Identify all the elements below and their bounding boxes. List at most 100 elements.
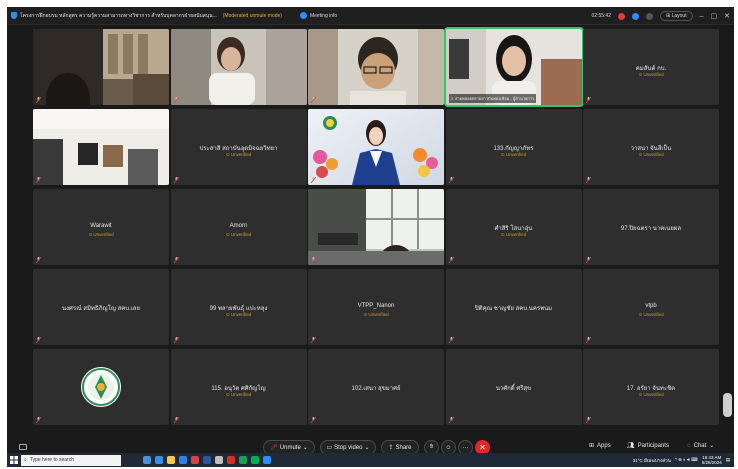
line-icon[interactable]: [251, 456, 259, 464]
meeting-info-button[interactable]: Meeting info: [299, 12, 338, 19]
captions-icon[interactable]: [19, 444, 27, 450]
participant-tile[interactable]: นงศรณ์ สมิทธิภิญโญ สคบ.เลย: [33, 269, 169, 345]
participant-tile[interactable]: นวศักดิ์ ศรีสุข: [445, 349, 582, 425]
windows-start-icon[interactable]: [7, 453, 21, 467]
unverified-badge: ⊙ Unverified: [500, 152, 527, 157]
app-icon[interactable]: [239, 456, 247, 464]
participant-tile[interactable]: 102.เสนา สุขมาศย์: [308, 349, 444, 425]
participant-tile[interactable]: 115. อนุวัต ศศิกัญโญ ⊙ Unverified: [170, 349, 307, 425]
windows-taskbar: ⌕ Type here to search 31°C มีเมฆบางส่วน …: [7, 453, 734, 467]
meeting-timer: 02:55:42: [591, 13, 611, 19]
shield-status-icon[interactable]: [631, 12, 639, 20]
edge-icon[interactable]: [155, 456, 163, 464]
participant-tile[interactable]: Warawit ⊙ Unverified: [33, 189, 169, 265]
participant-name: ปิติคุณ ชาญชัย สคบ.นครพนม: [474, 306, 553, 312]
participant-tile[interactable]: 97.ปิยฉตรา นาคเนยผล: [583, 189, 719, 265]
chat-button[interactable]: ◌ Chat ⌄: [687, 442, 714, 450]
unmute-label: Unmute: [279, 444, 301, 451]
participant-tile[interactable]: 3. สายพลอยทรายยาวบันทองเช้อม - ผู้อำนวยก…: [443, 27, 584, 107]
participant-tile[interactable]: ประสาสิ สถาบันอุดมิจฉยวิทยา ⊙ Unverified: [170, 109, 307, 185]
meeting-info-label: Meeting info: [309, 12, 338, 19]
chevron-down-icon: ⌄: [364, 445, 370, 451]
webex-meeting-window: โครงการฝึกอบรม หลักสูตร ความรู้ความสามาร…: [7, 7, 734, 462]
camera-icon: ▭: [326, 445, 333, 451]
chrome-icon[interactable]: [227, 456, 235, 464]
app-icon[interactable]: [191, 456, 199, 464]
participant-tile[interactable]: [308, 189, 444, 265]
participant-tile[interactable]: 99 พลายพันธุ์ แปะหลุง ⊙ Unverified: [170, 269, 307, 345]
participant-tile[interactable]: Amorn ⊙ Unverified: [170, 189, 307, 265]
more-icon: ···: [462, 444, 469, 451]
taskbar-apps: [143, 456, 271, 464]
participant-tile[interactable]: [170, 29, 307, 105]
participant-name: vtpb: [645, 303, 657, 309]
mic-muted-icon: [36, 257, 41, 263]
hand-icon: ✋︎: [429, 444, 434, 450]
date-label: 5/26/2024: [701, 460, 722, 465]
mic-muted-icon: [173, 257, 179, 263]
participant-video: [170, 29, 307, 105]
weather-label[interactable]: 31°C มีเมฆบางส่วน: [633, 457, 671, 464]
notification-icon[interactable]: ▤: [726, 457, 730, 463]
participant-tile[interactable]: [33, 29, 169, 105]
participant-tile[interactable]: [33, 349, 169, 425]
participant-tile[interactable]: VTPP_Nanon ⊙ Unverified: [308, 269, 444, 345]
participant-name: 102.เสนา สุขมาศย์: [351, 386, 401, 392]
mic-muted-icon: [311, 337, 316, 343]
participants-icon: 👥︎: [627, 443, 635, 449]
participant-name: VTPP_Nanon: [357, 303, 395, 309]
file-explorer-icon[interactable]: [167, 456, 175, 464]
participant-name: Warawit: [90, 223, 112, 229]
taskbar-search-box[interactable]: ⌕ Type here to search: [21, 454, 121, 466]
close-icon[interactable]: ✕: [724, 12, 730, 20]
unverified-badge: ⊙ Unverified: [225, 152, 252, 157]
task-view-icon[interactable]: [143, 456, 151, 464]
recording-icon[interactable]: [617, 12, 625, 20]
settings-icon[interactable]: [645, 12, 653, 20]
participant-tile[interactable]: 17. อรัยา จันทะชิต ⊙ Unverified: [583, 349, 719, 425]
participant-video: [33, 29, 169, 105]
participant-name: 97.ปิยฉตรา นาคเนยผล: [620, 226, 682, 232]
mic-muted-icon: 🎤︎: [270, 445, 278, 451]
participant-tile[interactable]: คมสันต์ กบ. ⊙ Unverified: [583, 29, 719, 105]
participant-tile[interactable]: vtpb ⊙ Unverified: [583, 269, 719, 345]
grid-scroll-handle[interactable]: [723, 393, 732, 417]
participant-tile[interactable]: [308, 109, 444, 185]
shield-icon: [11, 12, 17, 19]
participant-tile[interactable]: ปิติคุณ ชาญชัย สคบ.นครพนม: [445, 269, 582, 345]
unverified-badge: ⊙ Unverified: [500, 232, 527, 237]
participant-video: [33, 109, 169, 185]
unverified-badge: ⊙ Unverified: [225, 312, 252, 317]
stop-video-label: Stop video: [334, 444, 363, 451]
mic-muted-icon: [586, 417, 591, 423]
maximize-icon[interactable]: ▢: [711, 12, 718, 20]
app-icon[interactable]: [215, 456, 223, 464]
participant-tile[interactable]: [308, 29, 444, 105]
clock[interactable]: 16:43 AM 5/26/2024: [702, 455, 722, 465]
layout-button[interactable]: ⊞ Layout: [659, 11, 693, 21]
mic-muted-icon: [448, 417, 454, 423]
meeting-title: โครงการฝึกอบรม หลักสูตร ความรู้ความสามาร…: [20, 12, 217, 19]
mic-muted-icon: [586, 177, 591, 183]
participants-button[interactable]: 👥︎ Participants: [627, 442, 669, 450]
minimize-icon[interactable]: –: [700, 13, 704, 20]
unverified-badge: ⊙ Unverified: [638, 312, 664, 317]
layout-label: Layout: [671, 13, 687, 19]
system-tray: 31°C มีเมฆบางส่วน ^ ⊕ ◐ 🔊︎ ⌨ 16:43 AM 5/…: [633, 453, 730, 467]
chat-label: Chat: [693, 442, 707, 449]
mic-muted-icon: [36, 177, 41, 183]
unverified-badge: ⊙ Unverified: [225, 392, 252, 397]
mail-icon[interactable]: [179, 456, 187, 464]
participant-tile[interactable]: ศำสิริ โสนาอุ่น ⊙ Unverified: [445, 189, 582, 265]
participant-tile[interactable]: [33, 109, 169, 185]
webex-icon[interactable]: [263, 456, 271, 464]
tray-icons[interactable]: ^ ⊕ ◐ 🔊︎ ⌨: [675, 457, 698, 463]
mic-muted-icon: [448, 257, 454, 263]
participant-name: Amorn: [229, 223, 248, 229]
word-icon[interactable]: [203, 456, 211, 464]
apps-button[interactable]: ⊞ Apps: [589, 442, 611, 450]
participant-name: นงศรณ์ สมิทธิภิญโญ สคบ.เลย: [62, 306, 140, 312]
participant-tile[interactable]: วาสนา จันสีเป็น ⊙ Unverified: [583, 109, 719, 185]
participant-video: [308, 189, 444, 265]
participant-tile[interactable]: 133.กัญญาภัทร ⊙ Unverified: [445, 109, 582, 185]
